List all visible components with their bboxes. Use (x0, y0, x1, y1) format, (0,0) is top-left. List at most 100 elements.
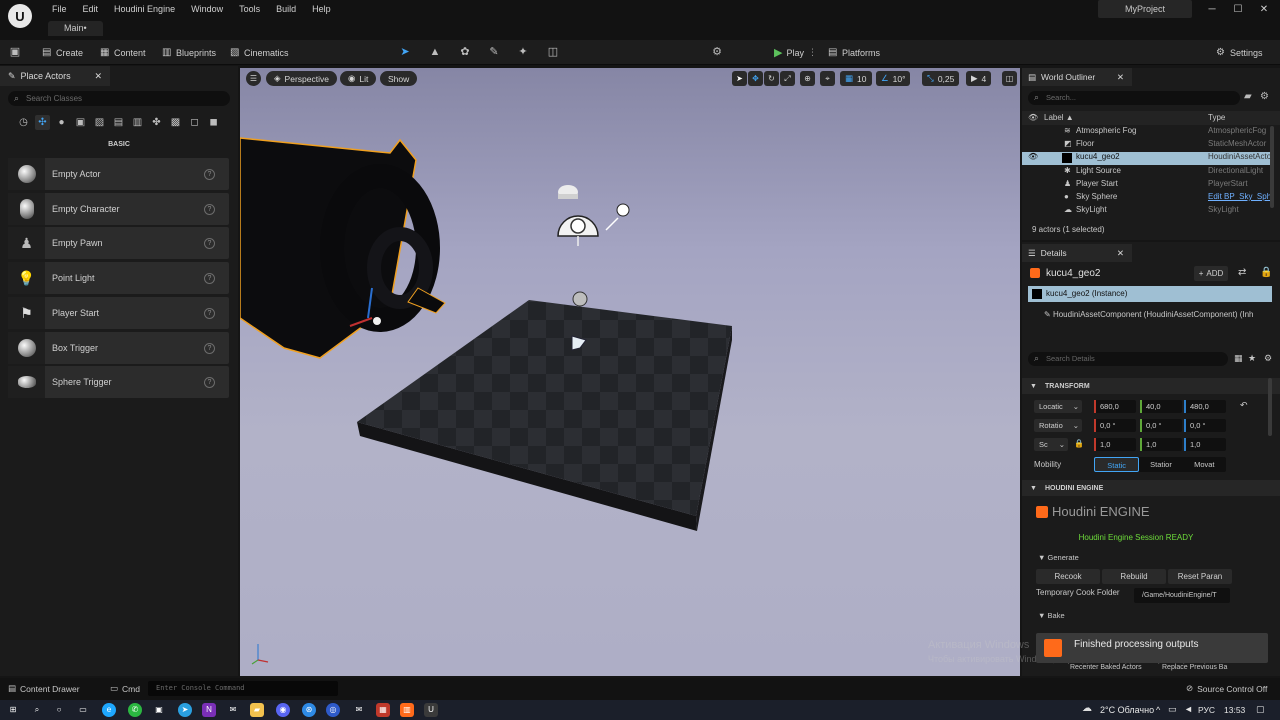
notifications-icon[interactable]: ▢ (1256, 704, 1265, 715)
bake-group-header[interactable]: ▼ Bake (1038, 611, 1065, 620)
search-icon[interactable]: ⌕ (30, 703, 44, 717)
cinematic-category-icon[interactable]: ▣ (73, 115, 88, 130)
clock[interactable]: 13:53 (1224, 705, 1245, 715)
help-icon[interactable]: ? (204, 272, 215, 284)
all-classes-category-icon[interactable]: ✤ (149, 115, 164, 130)
add-component-button[interactable]: + ADD (1194, 266, 1228, 281)
outliner-scrollbar[interactable] (1270, 126, 1274, 208)
actor-item-box-trigger[interactable]: Box Trigger ? (8, 332, 229, 364)
cmd-button[interactable]: ▭ Cmd (110, 683, 140, 694)
geometry-category-icon[interactable]: ▤ (111, 115, 126, 130)
unreal-taskbar-icon[interactable]: U (424, 703, 438, 717)
location-x-field[interactable]: 680,0 (1094, 400, 1136, 413)
viewport-menu-icon[interactable]: ☰ (246, 71, 261, 86)
lights-category-icon[interactable]: ● (54, 115, 69, 130)
console-input[interactable]: Enter Console Command (148, 681, 338, 696)
houdini-engine-section-header[interactable]: ▼ HOUDINI ENGINE (1022, 480, 1280, 496)
menu-tools[interactable]: Tools (231, 2, 268, 16)
landscape-mode-icon[interactable]: ▲ (428, 45, 442, 59)
recenter-baked-actors-option[interactable]: Recenter Baked Actors (1070, 664, 1142, 671)
chrome-icon[interactable]: ◎ (326, 703, 340, 717)
actor-item-empty-character[interactable]: Empty Character ? (8, 193, 229, 225)
whatsapp-icon[interactable]: ✆ (128, 703, 142, 717)
houdini-taskbar-icon[interactable]: ▥ (400, 703, 414, 717)
outliner-row[interactable]: ☁ SkyLight SkyLight (1022, 205, 1270, 218)
rotation-dropdown[interactable]: Rotatio ⌄ (1034, 419, 1082, 432)
platforms-button[interactable]: ▤ Platforms (828, 44, 880, 61)
app-icon[interactable]: ▦ (376, 703, 390, 717)
email-icon[interactable]: ✉ (352, 703, 366, 717)
houdini-asset-mesh[interactable] (240, 137, 446, 359)
more-category-icon[interactable]: ◼ (206, 115, 221, 130)
steam-icon[interactable]: ⊛ (302, 703, 316, 717)
scale-lock-icon[interactable]: 🔒 (1074, 439, 1084, 448)
help-icon[interactable]: ? (204, 203, 215, 215)
play-button[interactable]: ▶ Play ⋮ (774, 44, 817, 61)
visibility-icon[interactable]: 👁 (1028, 152, 1038, 161)
play-options-icon[interactable]: ⋮ (808, 47, 817, 58)
outliner-row[interactable]: ♟ Player Start PlayerStart (1022, 179, 1270, 192)
tray-chevron-icon[interactable]: ^ (1156, 705, 1160, 715)
outliner-row[interactable]: ≋ Atmospheric Fog AtmosphericFog (1022, 126, 1270, 139)
rotation-z-field[interactable]: 0,0 ° (1184, 419, 1226, 432)
recent-category-icon[interactable]: ◷ (16, 115, 31, 130)
menu-houdini-engine[interactable]: Houdini Engine (106, 2, 183, 16)
sky-sphere-gizmo-icon[interactable] (572, 291, 588, 307)
network-icon[interactable]: ▭ (1168, 704, 1177, 715)
blueprints-button[interactable]: ▥ Blueprints (162, 44, 216, 61)
reset-location-icon[interactable]: ↶ (1240, 400, 1248, 411)
actor-item-player-start[interactable]: ⚑ Player Start ? (8, 297, 229, 329)
actor-name-field[interactable]: kucu4_geo2 (1046, 268, 1101, 279)
viewport-scene[interactable] (240, 68, 1020, 676)
scale-tool-icon[interactable]: ⤢ (780, 71, 795, 86)
file-explorer-icon[interactable]: ▰ (250, 703, 264, 717)
location-z-field[interactable]: 480,0 (1184, 400, 1226, 413)
menu-help[interactable]: Help (304, 2, 339, 16)
world-coords-icon[interactable]: ⊕ (800, 71, 815, 86)
rotation-x-field[interactable]: 0,0 ° (1094, 419, 1136, 432)
light-source-direction-icon[interactable] (605, 203, 630, 231)
help-icon[interactable]: ? (204, 237, 215, 249)
volume-icon[interactable]: ◄ (1184, 704, 1193, 714)
save-icon[interactable]: ▣ (8, 45, 22, 59)
folder-icon[interactable]: ▰ (1244, 91, 1252, 102)
lock-icon[interactable]: 🔒 (1260, 267, 1272, 278)
gear-icon[interactable]: ⚙ (1264, 353, 1272, 364)
onenote-icon[interactable]: N (202, 703, 216, 717)
telegram-icon[interactable]: ➤ (178, 703, 192, 717)
search-details-input[interactable]: Search Details (1028, 352, 1228, 366)
column-type[interactable]: Type (1208, 113, 1225, 122)
close-button[interactable]: ✕ (1252, 2, 1276, 18)
replace-previous-bake-option[interactable]: Replace Previous Ba (1162, 664, 1227, 671)
mobility-movable-option[interactable]: Movat (1183, 460, 1226, 469)
store-icon[interactable]: ▣ (152, 703, 166, 717)
brush-edit-mode-icon[interactable]: ◫ (546, 45, 560, 59)
basic-category-icon[interactable]: ✣ (35, 115, 50, 130)
rotation-snap-button[interactable]: ∠ 10° (876, 71, 911, 86)
outliner-search-input[interactable]: Search... (1028, 91, 1240, 105)
recook-button[interactable]: Recook (1036, 569, 1100, 584)
help-icon[interactable]: ? (204, 307, 215, 319)
column-label[interactable]: Label ▲ (1044, 113, 1074, 122)
create-button[interactable]: ▤ Create (42, 44, 83, 61)
minimize-button[interactable]: ─ (1200, 2, 1224, 18)
instance-row[interactable]: kucu4_geo2 (Instance) (1028, 286, 1272, 302)
cortana-icon[interactable]: ○ (52, 703, 66, 717)
menu-file[interactable]: File (44, 2, 75, 16)
mobility-static-option[interactable]: Static (1094, 457, 1140, 472)
select-tool-icon[interactable]: ➤ (732, 71, 747, 86)
edit-blueprint-link[interactable]: Edit BP_Sky_Sphere (1208, 192, 1270, 201)
rebuild-button[interactable]: Rebuild (1102, 569, 1166, 584)
perspective-button[interactable]: ◈ Perspective (266, 71, 337, 86)
outliner-row[interactable]: ✱ Light Source DirectionalLight (1022, 166, 1270, 179)
notification-toast[interactable]: Finished processing outputs (1036, 633, 1268, 663)
content-drawer-button[interactable]: ▤ Content Drawer (8, 683, 80, 694)
menu-edit[interactable]: Edit (75, 2, 107, 16)
actor-item-sphere-trigger[interactable]: Sphere Trigger ? (8, 366, 229, 398)
unreal-logo-icon[interactable]: U (8, 4, 32, 28)
scale-y-field[interactable]: 1,0 (1140, 438, 1182, 451)
visibility-icon[interactable]: 👁 (1028, 113, 1038, 122)
translate-tool-icon[interactable]: ✥ (748, 71, 763, 86)
houdini-category-icon[interactable]: ◻ (187, 115, 202, 130)
source-control-icon[interactable]: ⚙ (710, 45, 724, 59)
